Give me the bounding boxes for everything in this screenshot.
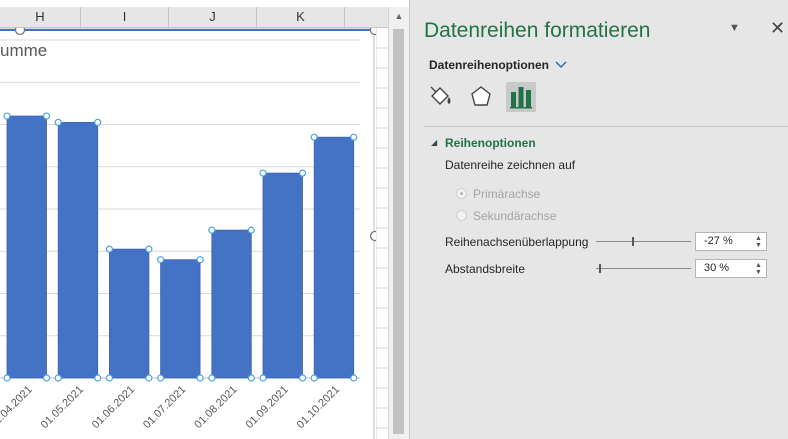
gap-width-spinner[interactable]: 30 % ▲ ▼: [695, 259, 767, 278]
bar-selection-handle[interactable]: [310, 133, 318, 141]
bar-selection-handle[interactable]: [94, 118, 102, 126]
resize-handle[interactable]: [369, 230, 377, 242]
x-tick-label: 01.10.2021: [295, 384, 342, 431]
x-tick-label: 01.09.2021: [243, 384, 290, 431]
bar-selection-handle[interactable]: [350, 133, 358, 141]
bar-selection-handle[interactable]: [145, 245, 153, 253]
bar-selection-handle[interactable]: [145, 374, 153, 382]
x-tick-label: 01.05.2021: [39, 384, 86, 431]
bar-selection-handle[interactable]: [54, 374, 62, 382]
series-overlap-slider[interactable]: [596, 241, 691, 242]
plot-series-on-label: Datenreihe zeichnen auf: [445, 158, 576, 172]
x-tick-label: 01.06.2021: [90, 384, 137, 431]
bar-selection-handle[interactable]: [94, 374, 102, 382]
bar-selection-handle[interactable]: [350, 374, 358, 382]
bar-selection-handle[interactable]: [298, 374, 307, 382]
bar-selection-handle[interactable]: [259, 169, 267, 177]
spin-down-icon[interactable]: ▼: [755, 242, 762, 249]
chart-area[interactable]: umme 01.04.2021 01.05.2021 01.06.2021 01.07…: [0, 28, 376, 439]
chart-bar[interactable]: [57, 121, 99, 379]
series-options-dropdown[interactable]: Datenreihenoptionen: [429, 58, 549, 72]
radio-dot: [460, 192, 463, 195]
column-header-i[interactable]: I: [81, 7, 169, 27]
bar-selection-handle[interactable]: [42, 374, 51, 382]
fill-bucket-icon: [430, 86, 451, 105]
secondary-axis-radio[interactable]: [456, 210, 467, 221]
gap-width-value[interactable]: 30 %: [704, 262, 729, 274]
pentagon-effects-icon: [471, 86, 491, 106]
bar-selection-handle[interactable]: [105, 245, 114, 253]
chevron-down-icon[interactable]: ▼: [729, 22, 740, 34]
bar-selection-handle[interactable]: [310, 374, 318, 382]
scroll-thumb[interactable]: [393, 29, 404, 434]
chart-bar[interactable]: [109, 248, 150, 379]
series-options-chevron-icon[interactable]: [555, 60, 567, 70]
column-header-k[interactable]: K: [257, 7, 345, 27]
bar-selection-handle[interactable]: [157, 256, 165, 264]
tab-effects[interactable]: [467, 83, 495, 111]
close-pane-button[interactable]: ✕: [770, 18, 785, 39]
x-tick-label: 01.04.2021: [0, 384, 35, 431]
bar-selection-handle[interactable]: [298, 169, 307, 177]
primary-axis-radio[interactable]: [456, 188, 467, 199]
section-title-series-options[interactable]: Reihenoptionen: [445, 136, 536, 150]
resize-handle[interactable]: [369, 28, 377, 36]
spin-down-icon[interactable]: ▼: [755, 269, 762, 276]
bar-selection-handle[interactable]: [157, 374, 165, 382]
bar-selection-handle[interactable]: [196, 374, 204, 382]
bar-selection-handle[interactable]: [105, 374, 114, 382]
bar-selection-handle[interactable]: [42, 112, 51, 120]
series-overlap-spinner[interactable]: -27 % ▲ ▼: [695, 232, 767, 251]
column-header-h[interactable]: H: [0, 7, 81, 27]
column-header-j[interactable]: J: [169, 7, 257, 27]
bar-selection-handle[interactable]: [208, 226, 216, 234]
x-tick-label: 01.08.2021: [192, 384, 239, 431]
gap-width-slider[interactable]: [596, 268, 691, 269]
bar-selection-handle[interactable]: [247, 226, 255, 234]
bar-selection-handle[interactable]: [247, 374, 255, 382]
bar-selection-handle[interactable]: [3, 112, 11, 120]
scroll-up-arrow-icon[interactable]: ▲: [392, 9, 406, 23]
tab-series-options[interactable]: [506, 82, 536, 112]
series-overlap-value[interactable]: -27 %: [704, 235, 733, 247]
bar-selection-handle[interactable]: [208, 374, 216, 382]
chart-plot[interactable]: 01.04.2021 01.05.2021 01.06.2021 01.07.2021…: [0, 28, 376, 439]
primary-axis-label: Primärachse: [473, 187, 541, 201]
bar-selection-handle[interactable]: [54, 118, 62, 126]
resize-handle[interactable]: [14, 28, 26, 36]
worksheet[interactable]: H I J K umme 01.04.2021 01.05.2021 01.06…: [0, 0, 388, 439]
gap-width-label: Abstandsbreite: [445, 262, 526, 276]
bar-selection-handle[interactable]: [196, 256, 204, 264]
chart-bar[interactable]: [313, 136, 355, 379]
column-header-row: H I J K: [0, 7, 388, 28]
chart-bar[interactable]: [160, 259, 201, 379]
pane-title: Datenreihen formatieren: [424, 19, 651, 42]
bar-selection-handle[interactable]: [3, 374, 11, 382]
series-overlap-label: Reihenachsenüberlappung: [445, 235, 589, 249]
series-overlap-slider-thumb[interactable]: [632, 237, 634, 246]
pane-divider: [424, 126, 788, 127]
collapse-triangle-icon[interactable]: ◢: [431, 138, 437, 147]
column-header-l[interactable]: [345, 7, 388, 27]
chart-bar[interactable]: [262, 172, 303, 379]
chart-bar[interactable]: [211, 229, 252, 379]
chart-bar[interactable]: [6, 115, 47, 379]
spin-up-icon[interactable]: ▲: [755, 262, 762, 269]
gap-width-slider-thumb[interactable]: [599, 264, 601, 273]
vertical-scrollbar[interactable]: ▲: [388, 7, 409, 439]
bar-selection-handle[interactable]: [259, 374, 267, 382]
x-tick-label: 01.07.2021: [141, 384, 188, 431]
spin-up-icon[interactable]: ▲: [755, 235, 762, 242]
format-data-series-pane: Datenreihen formatieren ▼ ✕ Datenreiheno…: [409, 0, 788, 439]
tab-fill-line[interactable]: [427, 83, 455, 111]
bar-chart-options-icon: [510, 87, 532, 109]
secondary-axis-label: Sekundärachse: [473, 209, 557, 223]
